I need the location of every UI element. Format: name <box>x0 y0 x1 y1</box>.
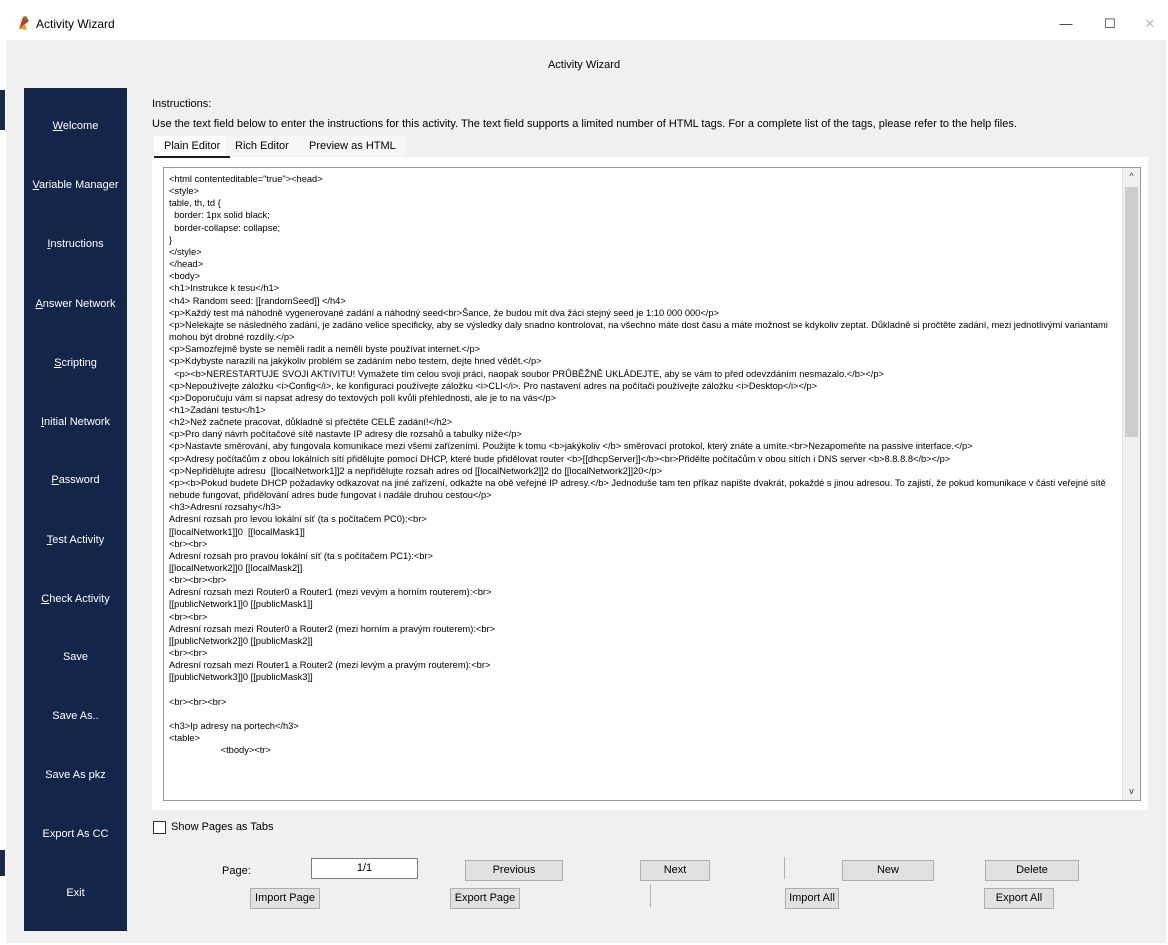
editor-line: <br><br><br> <box>169 696 227 707</box>
sidebar-item-initial-network[interactable]: Initial Network <box>24 416 127 428</box>
sidebar-nav: Welcome Variable Manager Instructions Answe… <box>24 88 127 931</box>
editor-line: </style> <box>169 246 202 257</box>
editor-line: <style> <box>169 186 199 197</box>
editor-line: <h3>Adresní rozsahy</h3> <box>169 502 282 513</box>
wizard-header-title: Activity Wizard <box>547 59 621 71</box>
show-pages-as-tabs-label[interactable]: Show Pages as Tabs <box>171 821 274 833</box>
editor-line: [[publicNetwork1]]0 [[publicMask1]] <box>169 599 313 610</box>
editor-line: <p>Každý test má náhodně vygenerované za… <box>169 307 719 318</box>
editor-line: Adresní rozsah pro pravou lokální síť (t… <box>169 550 433 561</box>
editor-line: <p>Kdybyste narazili na jakýkoliv problé… <box>169 356 542 367</box>
editor-line: } <box>169 234 173 245</box>
separator <box>650 885 651 907</box>
window-edge-accent <box>0 90 5 130</box>
new-page-button[interactable]: New <box>842 860 934 881</box>
editor-line: [[localNetwork1]]0 [[localMask1]] <box>169 526 305 537</box>
instructions-text-area[interactable]: <html contenteditable="true"><head> <styl… <box>163 167 1141 801</box>
editor-line: <p>Doporučuju vám si napsat adresy do te… <box>169 392 557 403</box>
editor-line: <p>Nepřidělujte adresu [[localNetwork1]]… <box>169 465 663 476</box>
app-logo-icon <box>19 16 29 30</box>
title-bar[interactable]: Activity Wizard — ☐ ✕ <box>0 0 1168 40</box>
editor-line: <p><b>Pokud budete DHCP požadavky odkazo… <box>169 477 1109 501</box>
tab-rich-editor[interactable]: Rich Editor <box>225 136 299 156</box>
window-title: Activity Wizard <box>36 17 115 31</box>
editor-line: border: 1px solid black; <box>169 210 270 221</box>
window-edge-accent <box>0 850 5 876</box>
html-source-text: <html contenteditable="true"><head> <styl… <box>169 173 1114 757</box>
vertical-scrollbar[interactable]: ^ v <box>1122 168 1140 800</box>
page-label: Page: <box>222 865 251 877</box>
import-page-button[interactable]: Import Page <box>250 888 320 909</box>
export-page-button[interactable]: Export Page <box>450 888 520 909</box>
editor-line: <p>Nepoužívejte záložku <i>Config</i>, k… <box>169 380 818 391</box>
editor-line: Adresní rozsah mezi Router0 a Router2 (m… <box>169 623 496 634</box>
tab-preview-as-html[interactable]: Preview as HTML <box>299 136 406 156</box>
sidebar-item-answer-network[interactable]: Answer Network <box>24 298 127 310</box>
sidebar-item-check-activity[interactable]: Check Activity <box>24 593 127 605</box>
previous-button[interactable]: Previous <box>465 860 563 881</box>
editor-line: <h4> Random seed: [[randomSeed]] </h4> <box>169 295 346 306</box>
tab-plain-editor[interactable]: Plain Editor <box>154 136 231 158</box>
scroll-up-icon[interactable]: ^ <box>1123 168 1140 185</box>
editor-line: <h3>Ip adresy na portech</h3> <box>169 721 299 732</box>
editor-line: <br><br> <box>169 648 208 659</box>
editor-line: <br><br><br> <box>169 575 227 586</box>
editor-line: <br><br> <box>169 538 208 549</box>
close-button[interactable]: ✕ <box>1138 15 1162 33</box>
editor-line: <p>Adresy počítačům z obou lokálních sít… <box>169 453 951 464</box>
editor-line: <h1>Instrukce k tesu</h1> <box>169 283 280 294</box>
editor-line: [[publicNetwork2]]0 [[publicMask2]] <box>169 635 313 646</box>
sidebar-item-test-activity[interactable]: Test Activity <box>24 534 127 546</box>
next-button[interactable]: Next <box>640 860 710 881</box>
sidebar-item-welcome[interactable]: Welcome <box>24 120 127 132</box>
editor-line: <p>Nastavte směrování, aby fungovala kom… <box>169 441 973 452</box>
scroll-thumb[interactable] <box>1125 187 1138 437</box>
sidebar-item-save-as[interactable]: Save As.. <box>24 710 127 722</box>
sidebar-item-password[interactable]: Password <box>24 474 127 486</box>
sidebar-item-scripting[interactable]: Scripting <box>24 357 127 369</box>
sidebar-item-export-as-cc[interactable]: Export As CC <box>24 828 127 840</box>
scroll-down-icon[interactable]: v <box>1123 783 1140 800</box>
editor-line: <table> <box>169 733 201 744</box>
editor-line: table, th, td { <box>169 198 221 209</box>
editor-line: <tbody><tr> <box>169 745 271 756</box>
instructions-label: Instructions: <box>152 98 212 110</box>
editor-line: <p>Nelekajte se následného zadání, je za… <box>169 319 1111 343</box>
editor-line: Adresní rozsah pro levou lokální síť (ta… <box>169 514 427 525</box>
sidebar-item-exit[interactable]: Exit <box>24 887 127 899</box>
editor-line: <br><br> <box>169 611 208 622</box>
show-pages-as-tabs-checkbox[interactable] <box>153 821 166 834</box>
editor-line: [[localNetwork2]]0 [[localMask2]] <box>169 563 303 573</box>
editor-line: <h2>Než začnete pracovat, důkladně si př… <box>169 417 453 428</box>
editor-line: </head> <box>169 259 204 270</box>
sidebar-item-instructions[interactable]: Instructions <box>24 238 127 250</box>
editor-line: Adresní rozsah mezi Router1 a Router2 (m… <box>169 660 491 671</box>
editor-line: <p>Samozřejmě byste se neměli radit a ne… <box>169 344 481 355</box>
editor-line: <body> <box>169 271 201 282</box>
import-all-button[interactable]: Import All <box>785 888 839 909</box>
minimize-button[interactable]: — <box>1054 15 1078 33</box>
editor-line: <html contenteditable="true"><head> <box>169 174 323 184</box>
instructions-description: Use the text field below to enter the in… <box>152 118 1017 130</box>
editor-line: <p><b>NERESTARTUJE SVOJI AKTIVITU! Vymaž… <box>169 368 884 379</box>
editor-line: <h1>Zadání testu</h1> <box>169 404 266 415</box>
separator <box>784 857 785 879</box>
maximize-button[interactable]: ☐ <box>1098 15 1122 33</box>
editor-line: [[publicNetwork3]]0 [[publicMask3]] <box>169 672 313 683</box>
page-number-field[interactable]: 1/1 <box>311 858 418 879</box>
export-all-button[interactable]: Export All <box>984 888 1054 909</box>
editor-line: Adresní rozsah mezi Router0 a Router1 (m… <box>169 587 492 598</box>
sidebar-item-save[interactable]: Save <box>24 651 127 663</box>
sidebar-item-variable-manager[interactable]: Variable Manager <box>24 179 127 191</box>
sidebar-item-save-as-pkz[interactable]: Save As pkz <box>24 769 127 781</box>
delete-page-button[interactable]: Delete <box>985 860 1079 881</box>
editor-line: border-collapse: collapse; <box>169 222 281 233</box>
editor-line: <p>Pro daný návrh počítačové sítě nastav… <box>169 429 522 440</box>
